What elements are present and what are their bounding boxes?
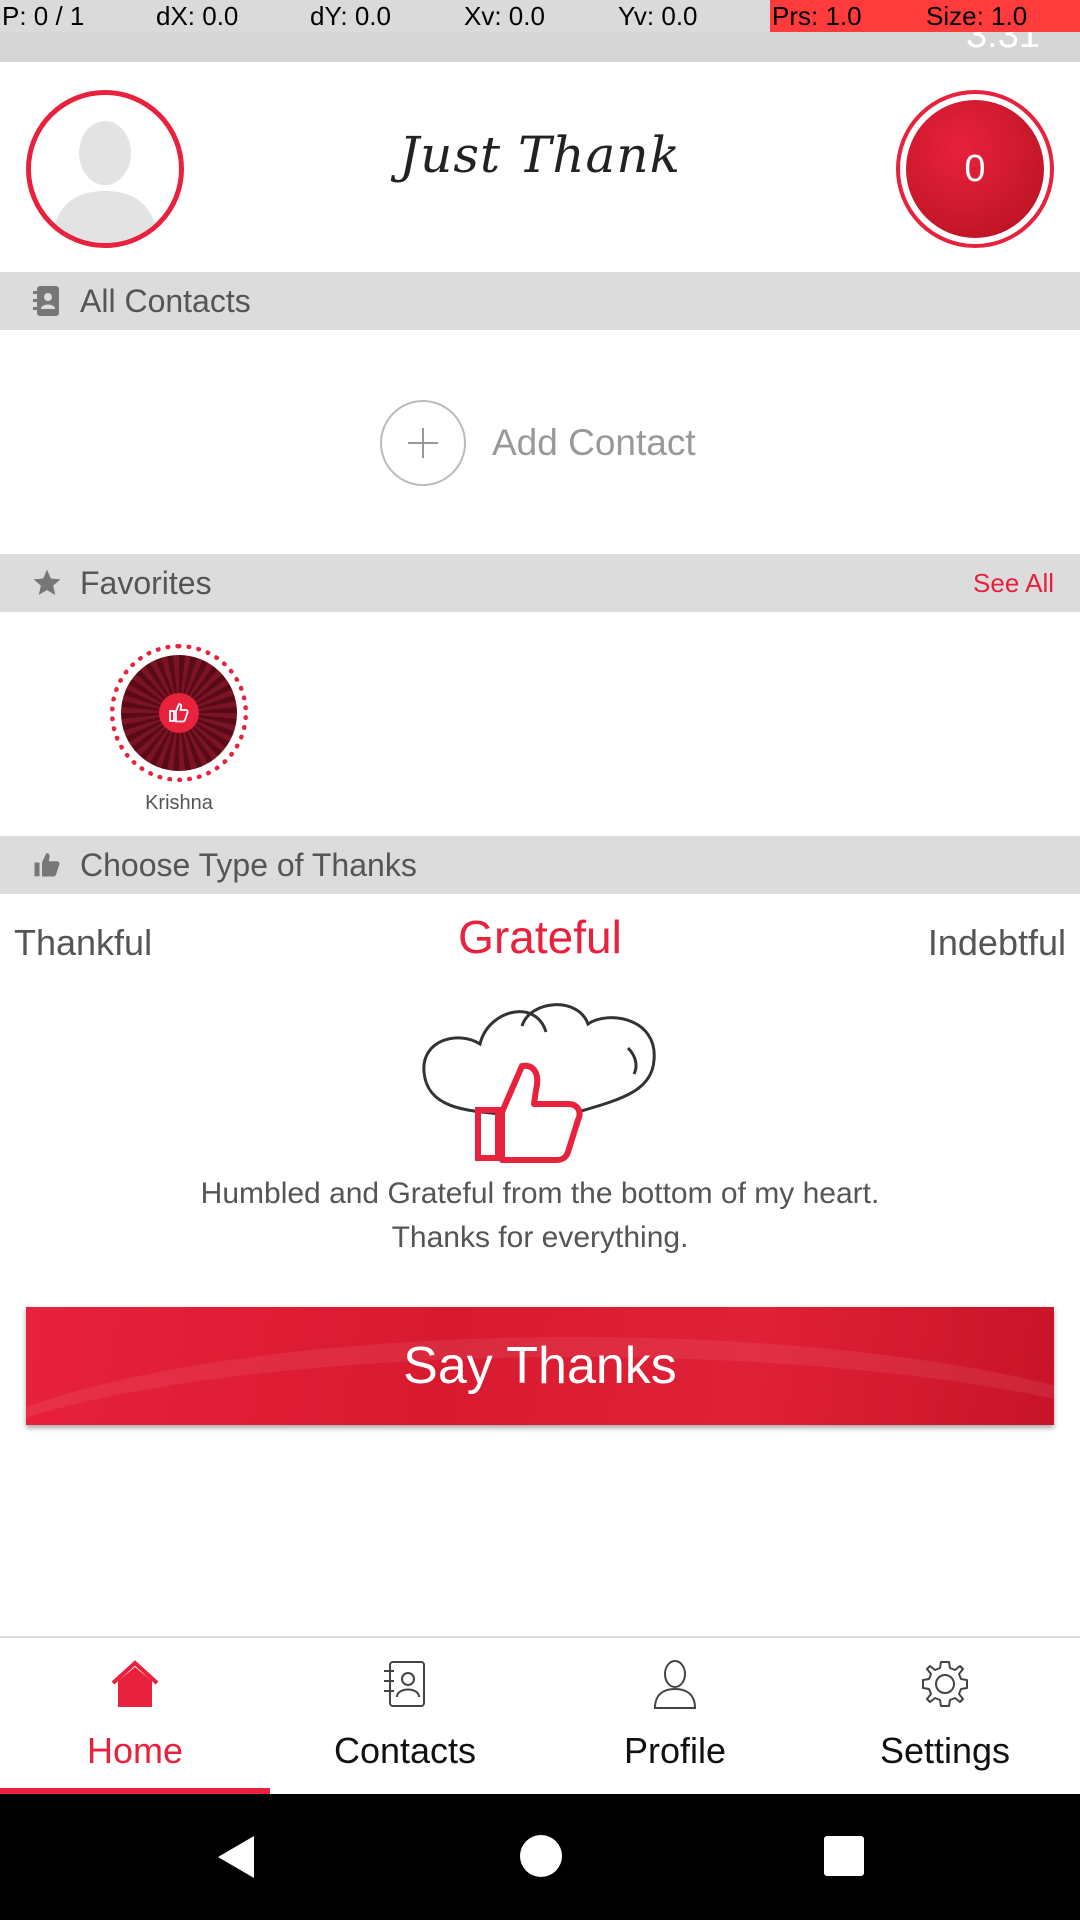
- profile-icon: [647, 1656, 703, 1712]
- thanks-type-indebtful[interactable]: Indebtful: [928, 922, 1066, 964]
- debug-size: Size: 1.0: [924, 0, 1080, 32]
- status-bar: 3:31: [0, 14, 1080, 62]
- star-icon: [30, 566, 64, 600]
- home-icon: [107, 1656, 163, 1712]
- app-header: Just Thank 0: [0, 62, 1080, 272]
- home-circle-icon[interactable]: [519, 1834, 563, 1882]
- nav-label: Contacts: [333, 1730, 477, 1771]
- nav-contacts[interactable]: Contacts: [270, 1638, 540, 1794]
- section-label: All Contacts: [80, 282, 251, 319]
- thanks-points-badge[interactable]: 0: [896, 90, 1054, 248]
- debug-xv: Xv: 0.0: [464, 1, 545, 31]
- section-all-contacts: All Contacts: [0, 272, 1080, 330]
- contacts-book-icon: [30, 284, 64, 318]
- nav-label: Settings: [879, 1730, 1011, 1771]
- thanks-type-grateful[interactable]: Grateful: [0, 910, 1080, 964]
- section-label: Favorites: [80, 564, 212, 601]
- gear-icon: [917, 1656, 973, 1712]
- back-icon[interactable]: [216, 1834, 256, 1884]
- add-contact-label: Add Contact: [492, 422, 696, 463]
- recents-square-icon[interactable]: [824, 1836, 864, 1880]
- bottom-navigation: Home Contacts Profile Settings: [0, 1636, 1080, 1794]
- debug-yv: Yv: 0.0: [618, 1, 698, 31]
- contacts-book-icon: [377, 1656, 433, 1712]
- system-navigation-bar: [0, 1794, 1080, 1920]
- thanks-type-thankful[interactable]: Thankful: [14, 922, 152, 964]
- thanks-message-line-1: Humbled and Grateful from the bottom of …: [200, 1177, 880, 1210]
- thanks-type-carousel[interactable]: Grateful Thankful Indebtful: [0, 910, 1080, 980]
- favorite-avatar: [110, 644, 248, 782]
- thanks-message: Humbled and Grateful from the bottom of …: [0, 1172, 1080, 1260]
- favorite-contact[interactable]: Krishna: [110, 644, 248, 815]
- section-favorites: Favorites See All: [0, 554, 1080, 612]
- debug-dy: dY: 0.0: [310, 1, 391, 31]
- nav-home[interactable]: Home: [0, 1638, 270, 1794]
- section-thanks-type: Choose Type of Thanks: [0, 836, 1080, 894]
- debug-pressure: Prs: 1.0: [770, 0, 924, 32]
- debug-dx: dX: 0.0: [156, 1, 239, 31]
- say-thanks-button[interactable]: Say Thanks: [26, 1307, 1054, 1425]
- plus-icon: [380, 400, 466, 486]
- thumbs-up-icon: [30, 848, 64, 882]
- nav-settings[interactable]: Settings: [810, 1638, 1080, 1794]
- favorite-name: Krishna: [145, 792, 213, 814]
- thumbs-up-icon: [159, 693, 199, 733]
- hearts-thumbs-up-icon: [418, 1000, 662, 1166]
- nav-label: Profile: [623, 1730, 727, 1771]
- see-all-link[interactable]: See All: [973, 568, 1054, 599]
- points-count: 0: [906, 100, 1044, 238]
- add-contact-button[interactable]: Add Contact: [380, 400, 696, 486]
- debug-pointer-count: P: 0 / 1: [2, 1, 85, 31]
- thanks-message-line-2: Thanks for everything.: [391, 1221, 689, 1254]
- nav-profile[interactable]: Profile: [540, 1638, 810, 1794]
- section-label: Choose Type of Thanks: [80, 846, 417, 883]
- pointer-debug-overlay: P: 0 / 1 dX: 0.0 dY: 0.0 Xv: 0.0 Yv: 0.0…: [0, 0, 1080, 32]
- say-thanks-label: Say Thanks: [403, 1337, 677, 1395]
- nav-label: Home: [86, 1730, 184, 1771]
